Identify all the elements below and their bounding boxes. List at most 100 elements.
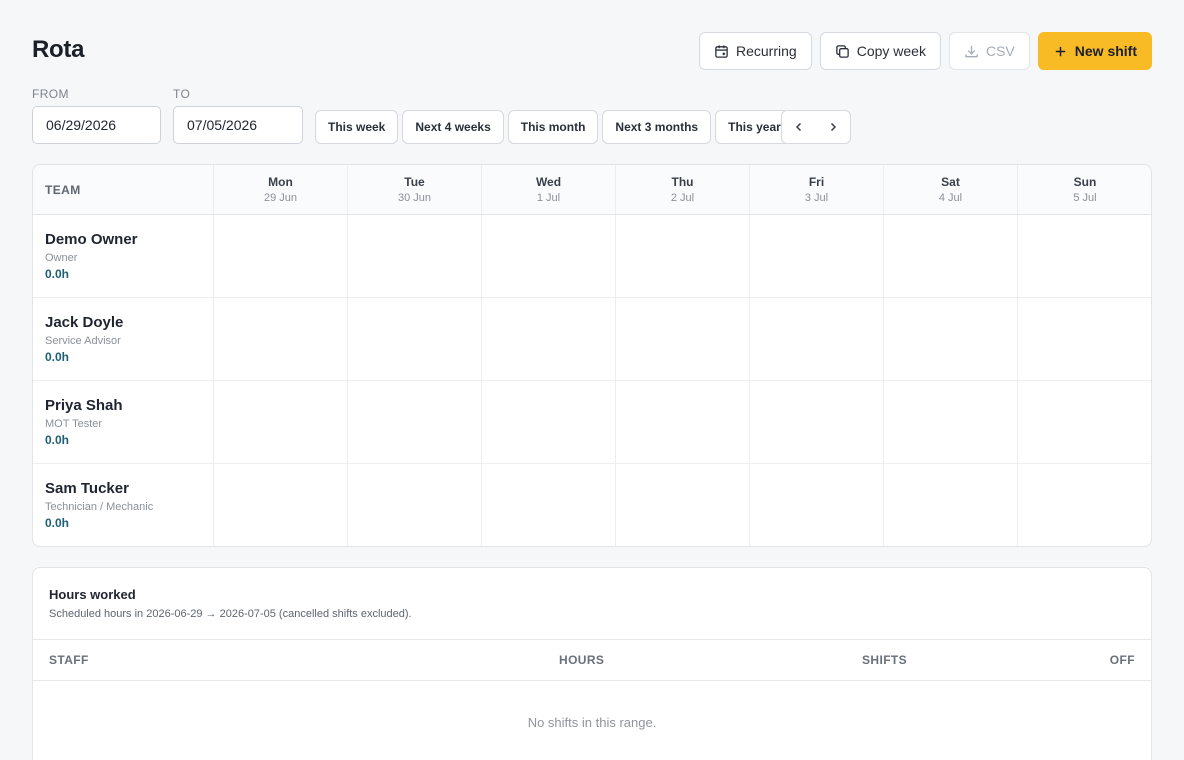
team-member-row: Jack Doyle Service Advisor 0.0h — [33, 298, 1151, 381]
team-member-row: Priya Shah MOT Tester 0.0h — [33, 381, 1151, 464]
top-actions: Recurring Copy week CSV New shift — [699, 32, 1152, 70]
range-next-4-weeks-button[interactable]: Next 4 weeks — [402, 110, 504, 144]
member-name: Jack Doyle — [45, 314, 124, 331]
copy-week-label: Copy week — [856, 43, 926, 59]
csv-button[interactable]: CSV — [948, 32, 1030, 70]
csv-label: CSV — [985, 43, 1015, 59]
from-date-input[interactable] — [32, 106, 161, 144]
shift-cell[interactable] — [884, 381, 1018, 463]
team-member-row: Demo Owner Owner 0.0h — [33, 215, 1151, 298]
new-shift-button[interactable]: New shift — [1037, 32, 1152, 70]
day-header-sun: Sun 5 Jul — [1018, 165, 1151, 214]
day-name: Thu — [671, 175, 694, 189]
range-this-week-button[interactable]: This week — [315, 110, 399, 144]
to-label: TO — [173, 87, 191, 101]
shift-cell[interactable] — [1018, 215, 1151, 297]
member-role: Service Advisor — [45, 335, 121, 347]
shift-cell[interactable] — [616, 381, 750, 463]
day-date: 5 Jul — [1073, 192, 1097, 204]
member-hours: 0.0h — [45, 350, 70, 364]
shift-cell[interactable] — [482, 215, 616, 297]
new-shift-label: New shift — [1074, 43, 1137, 59]
rota-header-row: TEAM Mon 29 Jun Tue 30 Jun Wed 1 Jul Thu 2 J… — [33, 165, 1151, 215]
shift-cell[interactable] — [348, 298, 482, 380]
member-hours: 0.0h — [45, 516, 70, 530]
shift-cell[interactable] — [1018, 381, 1151, 463]
hours-worked-subtitle: Scheduled hours in 2026-06-29 → 2026-07-… — [49, 608, 412, 620]
off-column-header: OFF — [1109, 653, 1135, 667]
shift-cell[interactable] — [482, 381, 616, 463]
day-name: Tue — [404, 175, 425, 189]
empty-state-message: No shifts in this range. — [527, 715, 657, 730]
shift-cell[interactable] — [1018, 464, 1151, 546]
plus-icon — [1055, 46, 1065, 56]
team-member-cell: Sam Tucker Technician / Mechanic 0.0h — [33, 464, 214, 546]
member-role: Owner — [45, 252, 78, 264]
member-name: Demo Owner — [45, 231, 138, 248]
shift-cell[interactable] — [750, 298, 884, 380]
shift-cell[interactable] — [884, 464, 1018, 546]
shift-cell[interactable] — [348, 381, 482, 463]
from-label: FROM — [32, 87, 69, 101]
shift-cell[interactable] — [214, 381, 348, 463]
team-column-header: TEAM — [33, 165, 214, 214]
team-member-row: Sam Tucker Technician / Mechanic 0.0h — [33, 464, 1151, 546]
shift-cell[interactable] — [616, 464, 750, 546]
member-role: Technician / Mechanic — [45, 501, 154, 513]
hours-worked-title: Hours worked — [49, 587, 136, 602]
day-header-mon: Mon 29 Jun — [214, 165, 348, 214]
week-pager — [781, 110, 851, 144]
previous-week-button[interactable] — [787, 115, 811, 139]
shift-cell[interactable] — [750, 464, 884, 546]
day-name: Fri — [808, 175, 825, 189]
day-header-tue: Tue 30 Jun — [348, 165, 482, 214]
shift-cell[interactable] — [616, 298, 750, 380]
shift-cell[interactable] — [214, 464, 348, 546]
shift-cell[interactable] — [214, 298, 348, 380]
shift-cell[interactable] — [750, 381, 884, 463]
team-member-cell: Jack Doyle Service Advisor 0.0h — [33, 298, 214, 380]
shift-cell[interactable] — [1018, 298, 1151, 380]
copy-week-button[interactable]: Copy week — [819, 32, 941, 70]
day-header-wed: Wed 1 Jul — [482, 165, 616, 214]
rota-grid: TEAM Mon 29 Jun Tue 30 Jun Wed 1 Jul Thu 2 J… — [32, 164, 1152, 547]
range-this-month-button[interactable]: This month — [507, 110, 599, 144]
shift-cell[interactable] — [482, 464, 616, 546]
day-date: 1 Jul — [536, 192, 561, 204]
day-name: Wed — [535, 175, 562, 189]
shift-cell[interactable] — [884, 215, 1018, 297]
hours-table-header: STAFF HOURS SHIFTS OFF — [33, 639, 1151, 681]
page-title: Rota — [32, 36, 85, 63]
shift-cell[interactable] — [750, 215, 884, 297]
hours-worked-card: Hours worked Scheduled hours in 2026-06-… — [32, 567, 1152, 760]
member-name: Priya Shah — [45, 397, 123, 414]
calendar-repeat-icon — [715, 44, 728, 58]
day-date: 4 Jul — [938, 192, 963, 204]
download-icon — [965, 45, 978, 57]
shift-cell[interactable] — [616, 215, 750, 297]
shift-cell[interactable] — [884, 298, 1018, 380]
day-name: Sat — [941, 175, 960, 189]
next-week-button[interactable] — [821, 115, 845, 139]
to-date-input[interactable] — [173, 106, 303, 144]
day-name: Mon — [268, 175, 293, 189]
member-name: Sam Tucker — [45, 480, 129, 497]
chevron-right-icon — [830, 122, 837, 132]
recurring-button[interactable]: Recurring — [699, 32, 812, 70]
staff-column-header: STAFF — [49, 653, 89, 667]
member-hours: 0.0h — [45, 267, 70, 281]
shift-cell[interactable] — [214, 215, 348, 297]
range-presets: This week Next 4 weeks This month Next 3… — [315, 110, 794, 144]
day-name: Sun — [1073, 175, 1097, 189]
day-header-fri: Fri 3 Jul — [750, 165, 884, 214]
shift-cell[interactable] — [348, 215, 482, 297]
team-member-cell: Demo Owner Owner 0.0h — [33, 215, 214, 297]
day-date: 2 Jul — [670, 192, 695, 204]
member-hours: 0.0h — [45, 433, 70, 447]
chevron-left-icon — [795, 122, 802, 132]
team-member-cell: Priya Shah MOT Tester 0.0h — [33, 381, 214, 463]
shift-cell[interactable] — [482, 298, 616, 380]
shift-cell[interactable] — [348, 464, 482, 546]
range-next-3-months-button[interactable]: Next 3 months — [602, 110, 712, 144]
hours-column-header: HOURS — [559, 653, 605, 667]
